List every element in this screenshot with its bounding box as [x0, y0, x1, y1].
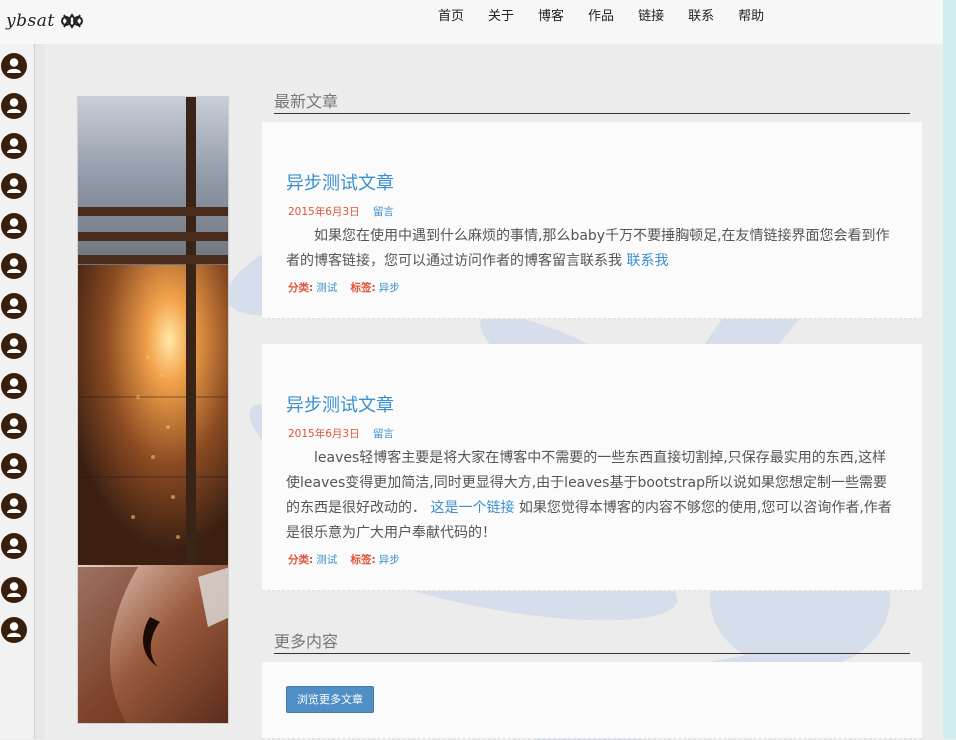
tag-link[interactable]: 异步 [379, 282, 400, 294]
category-label: 分类: [288, 282, 314, 294]
right-accent-strip [943, 0, 956, 739]
tag-link[interactable]: 异步 [379, 554, 400, 566]
tags-label: 标签: [350, 554, 376, 566]
browse-more-button[interactable]: 浏览更多文章 [286, 686, 374, 713]
category-link[interactable]: 测试 [316, 282, 337, 294]
post-comment-link[interactable]: 留言 [373, 206, 394, 218]
nav-works[interactable]: 作品 [576, 8, 626, 26]
post-excerpt: leaves轻博客主要是将大家在博客中不需要的一些东西直接切割掉,只保存最实用的… [286, 446, 900, 546]
user-avatar-icon[interactable] [0, 372, 28, 400]
user-avatar-icon[interactable] [0, 576, 28, 604]
nav-home[interactable]: 首页 [426, 8, 476, 26]
logo-text: ybsat [6, 11, 55, 31]
user-avatar-icon[interactable] [0, 616, 28, 644]
more-content-heading: 更多内容 [274, 632, 910, 654]
user-avatar-icon[interactable] [0, 412, 28, 440]
nav-about[interactable]: 关于 [476, 8, 526, 26]
nav-contact[interactable]: 联系 [676, 8, 726, 26]
infinity-knot-icon [60, 13, 83, 29]
post-date: 2015年6月3日 [288, 206, 360, 218]
post-title-link[interactable]: 异步测试文章 [286, 169, 394, 195]
main-nav: 首页 关于 博客 作品 链接 联系 帮助 [426, 8, 776, 26]
user-avatar-icon[interactable] [0, 492, 28, 520]
user-avatar-icon[interactable] [0, 92, 28, 120]
nav-help[interactable]: 帮助 [726, 8, 776, 26]
user-avatar-icon[interactable] [0, 212, 28, 240]
user-avatar-icon[interactable] [0, 252, 28, 280]
user-avatar-icon[interactable] [0, 172, 28, 200]
nav-links[interactable]: 链接 [626, 8, 676, 26]
category-label: 分类: [288, 554, 314, 566]
user-avatar-icon[interactable] [0, 52, 28, 80]
post-date: 2015年6月3日 [288, 428, 360, 440]
post-title-link[interactable]: 异步测试文章 [286, 391, 394, 417]
post-meta: 2015年6月3日 留言 [288, 426, 394, 441]
user-avatar-icon[interactable] [0, 132, 28, 160]
user-avatar-icon[interactable] [0, 292, 28, 320]
site-logo[interactable]: ybsat [6, 8, 83, 34]
contact-me-link[interactable]: 联系我 [626, 253, 668, 269]
category-link[interactable]: 测试 [316, 554, 337, 566]
more-content-box: 浏览更多文章 [262, 662, 922, 739]
post-excerpt: 如果您在使用中遇到什么麻烦的事情,那么baby千万不要捶胸顿足,在友情链接界面您… [286, 224, 900, 274]
post-excerpt-text: 如果您在使用中遇到什么麻烦的事情,那么baby千万不要捶胸顿足,在友情链接界面您… [286, 228, 890, 269]
post-card: 异步测试文章 2015年6月3日 留言 leaves轻博客主要是将大家在博客中不… [262, 344, 922, 591]
user-avatar-icon[interactable] [0, 452, 28, 480]
post-card: 异步测试文章 2015年6月3日 留言 如果您在使用中遇到什么麻烦的事情,那么b… [262, 122, 922, 319]
photo-strip [77, 96, 229, 724]
nav-blog[interactable]: 博客 [526, 8, 576, 26]
top-navbar: ybsat 首页 关于 博客 作品 链接 联系 帮助 [0, 0, 943, 44]
latest-posts-heading: 最新文章 [274, 92, 910, 114]
left-gutter [35, 44, 45, 739]
tags-label: 标签: [350, 282, 376, 294]
post-tags: 分类: 测试 标签: 异步 [288, 280, 410, 295]
post-tags: 分类: 测试 标签: 异步 [288, 552, 410, 567]
avatar-column [0, 44, 35, 739]
user-avatar-icon[interactable] [0, 532, 28, 560]
photo-strip-image [78, 97, 228, 723]
post-meta: 2015年6月3日 留言 [288, 204, 394, 219]
user-avatar-icon[interactable] [0, 332, 28, 360]
post-comment-link[interactable]: 留言 [373, 428, 394, 440]
sample-link[interactable]: 这是一个链接 [430, 500, 514, 516]
